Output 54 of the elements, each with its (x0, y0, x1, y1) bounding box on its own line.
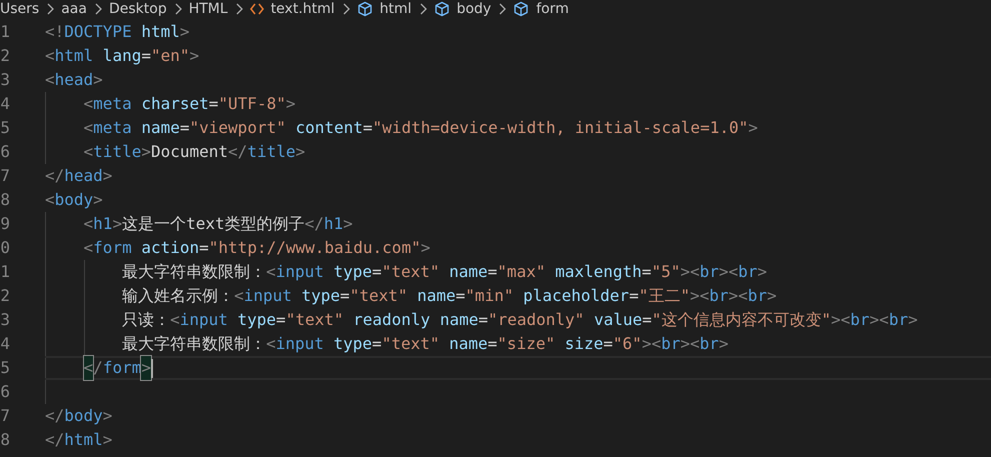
line-number: 6 (0, 382, 10, 402)
code-line: <meta name="viewport" content="width=device-width, initial-scale=1.0"> (45, 116, 991, 140)
code-line: 最大字符串数限制：<input type="text" name="size" size="6"><br><br> (45, 332, 991, 356)
line-number: 2 (0, 46, 10, 66)
breadcrumb-item[interactable]: html (380, 0, 412, 18)
line-number: 9 (0, 214, 10, 234)
line-number: 2 (0, 286, 10, 306)
line-number: 1 (0, 22, 10, 42)
chevron-right-icon (46, 3, 54, 15)
cube-icon (434, 1, 450, 17)
code-line: <head> (45, 69, 104, 91)
line-number: 5 (0, 358, 10, 378)
code-line: <html lang="en"> (45, 45, 200, 67)
chevron-right-icon (342, 3, 350, 15)
line-number: 1 (0, 262, 10, 282)
chevron-right-icon (234, 3, 243, 15)
breadcrumb-item[interactable]: body (456, 0, 492, 18)
line-number: 8 (0, 430, 10, 450)
code-line: <form action="http://www.baidu.com"> (45, 236, 991, 260)
breadcrumb-item[interactable]: text.html (270, 0, 335, 18)
breadcrumb-item[interactable]: aaa (61, 0, 87, 18)
code-file-icon (250, 3, 264, 15)
code-line: <meta charset="UTF-8"> (45, 92, 991, 116)
line-number: 0 (0, 238, 10, 258)
line-number: 4 (0, 94, 10, 114)
line-number: 7 (0, 406, 10, 426)
code-line: <!DOCTYPE html> (45, 21, 191, 43)
line-number: 3 (0, 70, 10, 90)
chevron-right-icon (174, 3, 182, 15)
line-number: 7 (0, 166, 10, 186)
breadcrumb-item[interactable]: Desktop (108, 0, 167, 18)
breadcrumb-item[interactable]: Users (0, 0, 40, 18)
line-number: 3 (0, 310, 10, 330)
code-line: 输入姓名示例：<input type="text" name="min" placeholder="王二"><br><br> (45, 284, 991, 308)
code-line: </head> (45, 165, 114, 187)
chevron-right-icon (94, 3, 102, 15)
line-number: 5 (0, 118, 10, 138)
code-line: </html> (45, 429, 114, 451)
cube-icon (356, 1, 373, 17)
code-line: <body> (45, 189, 104, 211)
chevron-right-icon (418, 3, 427, 15)
line-number: 6 (0, 142, 10, 162)
line-number: 4 (0, 334, 10, 354)
code-line: </body> (45, 405, 114, 427)
line-number: 8 (0, 190, 10, 210)
code-line: 只读：<input type="text" readonly name="readonly" value="这个信息内容不可改变"><br><br> (45, 308, 991, 332)
breadcrumb-item[interactable]: HTML (188, 0, 228, 18)
code-line: <h1>这是一个text类型的例子</h1> (45, 212, 991, 236)
code-line: 最大字符串数限制：<input type="text" name="max" maxlength="5"><br><br> (45, 260, 991, 284)
breadcrumb-item[interactable]: form (536, 0, 569, 18)
chevron-right-icon (498, 3, 506, 15)
cube-icon (513, 1, 530, 17)
code-line: <title>Document</title> (45, 140, 991, 164)
code-line: </form> (45, 356, 991, 380)
